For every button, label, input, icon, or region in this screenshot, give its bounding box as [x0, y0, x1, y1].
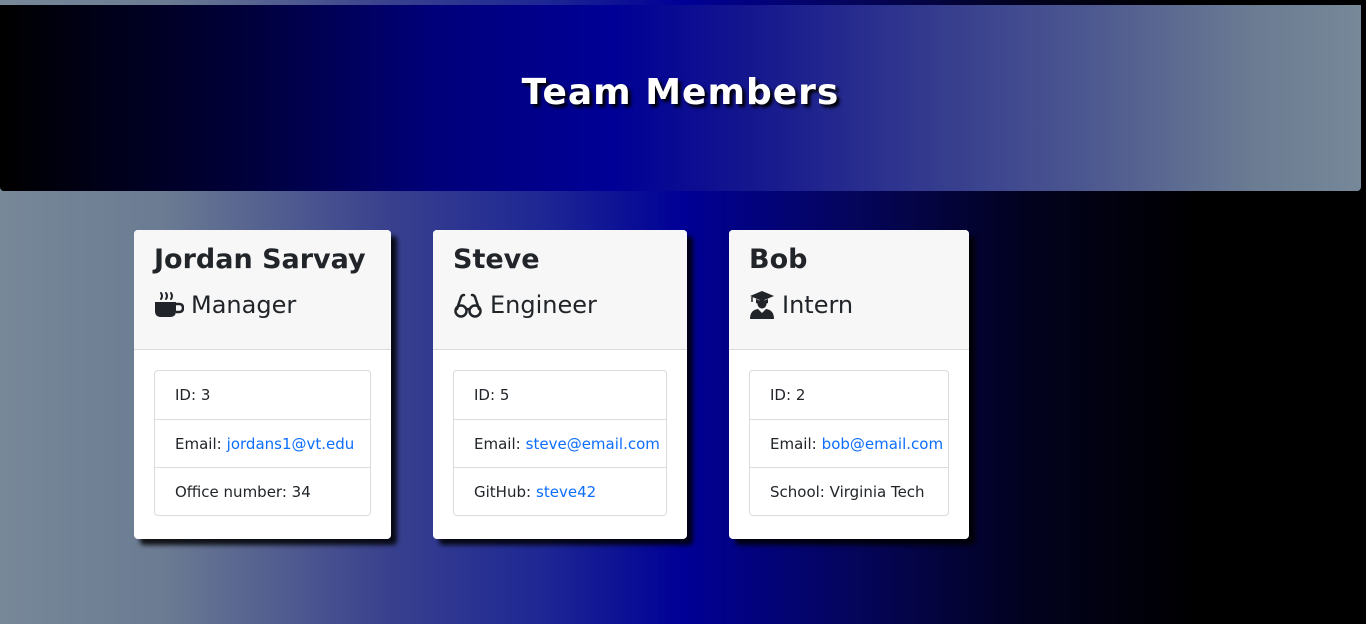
list-item-id: ID: 5 [454, 371, 666, 419]
employee-name: Steve [453, 244, 540, 275]
employee-card-intern: Bob Intern ID: 2 Email: bob@email.com Sc… [729, 230, 969, 539]
email-link[interactable]: bob@email.com [822, 435, 943, 453]
card-header: Bob Intern [729, 230, 969, 350]
office-number-value: 34 [291, 482, 311, 501]
list-item-id: ID: 3 [155, 371, 370, 419]
school-label: School: [770, 482, 825, 501]
id-label: ID: [770, 386, 792, 404]
card-body: ID: 5 Email: steve@email.com GitHub: ste… [433, 350, 687, 536]
employee-details-list: ID: 3 Email: jordans1@vt.edu Office numb… [154, 370, 371, 516]
employee-role: Intern [749, 289, 969, 321]
card-body: ID: 3 Email: jordans1@vt.edu Office numb… [134, 350, 391, 536]
glasses-icon [453, 291, 483, 319]
email-link[interactable]: steve@email.com [526, 435, 660, 453]
list-item-email: Email: jordans1@vt.edu [155, 419, 370, 467]
employee-role: Manager [154, 289, 391, 321]
page-title: Team Members [521, 71, 840, 113]
list-item-id: ID: 2 [750, 371, 948, 419]
page-header: Team Members [0, 5, 1361, 191]
list-item-email: Email: bob@email.com [750, 419, 948, 467]
employee-role: Engineer [453, 289, 687, 321]
id-label: ID: [474, 386, 496, 404]
email-label: Email: [175, 434, 222, 453]
employee-card-engineer: Steve Engineer ID: 5 Email: steve@email.… [433, 230, 687, 539]
employee-details-list: ID: 2 Email: bob@email.com School: Virgi… [749, 370, 949, 516]
card-header: Steve Engineer [433, 230, 687, 350]
email-label: Email: [474, 434, 521, 453]
employee-name: Jordan Sarvay [154, 244, 366, 275]
card-header: Jordan Sarvay Manager [134, 230, 391, 350]
card-body: ID: 2 Email: bob@email.com School: Virgi… [729, 350, 969, 536]
id-label: ID: [175, 386, 197, 404]
list-item-github: GitHub: steve42 [454, 467, 666, 515]
graduate-icon [749, 291, 775, 319]
employee-role-label: Intern [782, 291, 854, 319]
github-label: GitHub: [474, 482, 532, 501]
employee-card-manager: Jordan Sarvay Manager ID: 3 Email: jorda… [134, 230, 391, 539]
employee-name: Bob [749, 244, 808, 275]
id-value: 3 [200, 386, 211, 404]
list-item-email: Email: steve@email.com [454, 419, 666, 467]
email-label: Email: [770, 434, 817, 453]
github-link[interactable]: steve42 [536, 483, 596, 501]
employee-role-label: Manager [191, 291, 297, 319]
employee-details-list: ID: 5 Email: steve@email.com GitHub: ste… [453, 370, 667, 516]
school-value: Virginia Tech [829, 482, 925, 501]
office-number-label: Office number: [175, 482, 287, 501]
list-item-office-number: Office number: 34 [155, 467, 370, 515]
email-link[interactable]: jordans1@vt.edu [227, 435, 355, 453]
id-value: 2 [795, 386, 806, 404]
id-value: 5 [499, 386, 510, 404]
employee-role-label: Engineer [490, 291, 597, 319]
coffee-mug-icon [154, 291, 184, 319]
list-item-school: School: Virginia Tech [750, 467, 948, 515]
